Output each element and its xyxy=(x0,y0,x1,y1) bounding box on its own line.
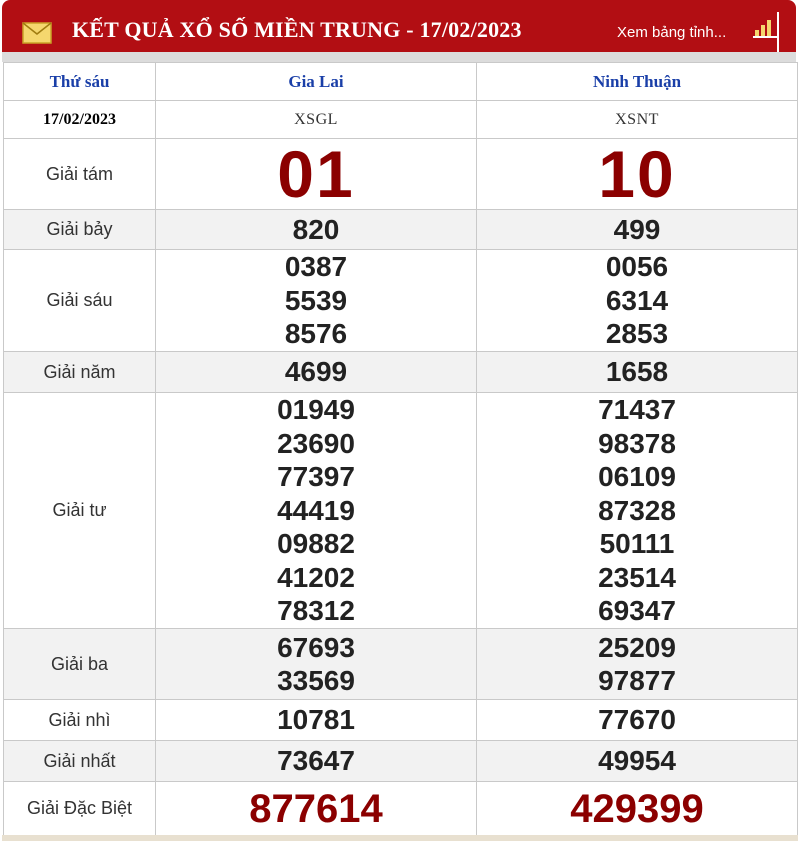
prize-row-g6: Giải sáu 0387 5539 8576 0056 6314 2853 xyxy=(3,249,798,352)
prize-label: Giải năm xyxy=(3,351,156,393)
prize-number: 25209 xyxy=(598,631,676,663)
lottery-widget: KẾT QUẢ XỔ SỐ MIỀN TRUNG - 17/02/2023 Xe… xyxy=(2,0,798,841)
prize-row-g5: Giải năm 4699 1658 xyxy=(3,351,798,393)
prize-numbers-gia-lai: 67693 33569 xyxy=(155,628,477,700)
prize-number: 23514 xyxy=(598,561,676,593)
mail-icon xyxy=(22,22,52,44)
prize-label: Giải tám xyxy=(3,138,156,210)
prize-row-g8: Giải tám 01 10 xyxy=(3,138,798,210)
prize-number: 49954 xyxy=(476,740,798,782)
prize-row-special: Giải Đặc Biệt 877614 429399 xyxy=(3,781,798,836)
prize-number: 97877 xyxy=(598,665,676,696)
prize-number: 1658 xyxy=(476,351,798,393)
prize-numbers-ninh-thuan: 71437 98378 06109 87328 50111 23514 6934… xyxy=(476,392,798,629)
prize-number: 09882 xyxy=(277,528,355,560)
prize-number: 4699 xyxy=(155,351,477,393)
special-prize-number: 877614 xyxy=(155,781,477,836)
view-provinces-link[interactable]: Xem bảng tỉnh... xyxy=(617,24,726,41)
prize-row-g7: Giải bảy 820 499 xyxy=(3,209,798,250)
prize-number: 01949 xyxy=(277,394,355,426)
prize-number: 06109 xyxy=(598,461,676,493)
header-bar: KẾT QUẢ XỔ SỐ MIỀN TRUNG - 17/02/2023 Xe… xyxy=(2,0,796,62)
header-underline xyxy=(2,52,796,62)
province-name-ninh-thuan[interactable]: Ninh Thuận xyxy=(476,62,798,101)
footer-strip xyxy=(2,835,798,841)
province-code-ninh-thuan[interactable]: XSNT xyxy=(476,100,798,139)
prize-label: Giải ba xyxy=(3,628,156,700)
prize-number: 44419 xyxy=(277,494,355,526)
prize-row-g1: Giải nhất 73647 49954 xyxy=(3,740,798,782)
prize-number: 499 xyxy=(476,209,798,250)
prize-numbers-ninh-thuan: 25209 97877 xyxy=(476,628,798,700)
province-code-gia-lai[interactable]: XSGL xyxy=(155,100,477,139)
prize-label: Giải sáu xyxy=(3,249,156,352)
prize-label: Giải nhất xyxy=(3,740,156,782)
prize-number: 23690 xyxy=(277,427,355,459)
prize-number: 0056 xyxy=(605,251,669,283)
prize-number: 69347 xyxy=(598,595,676,627)
prize-number: 2853 xyxy=(605,318,669,350)
prize-label: Giải tư xyxy=(3,392,156,629)
prize-number: 77670 xyxy=(476,699,798,741)
prize-number: 5539 xyxy=(284,284,348,316)
prize-number: 33569 xyxy=(277,665,355,696)
results-table: Thứ sáu Gia Lai Ninh Thuận 17/02/2023 XS… xyxy=(3,62,798,836)
page-title: KẾT QUẢ XỔ SỐ MIỀN TRUNG - 17/02/2023 xyxy=(72,17,522,42)
draw-date[interactable]: 17/02/2023 xyxy=(3,100,156,139)
prize-number: 8576 xyxy=(284,318,348,350)
prize-number: 73647 xyxy=(155,740,477,782)
day-label: Thứ sáu xyxy=(3,62,156,101)
date-row: 17/02/2023 XSGL XSNT xyxy=(3,100,798,139)
prize-number: 41202 xyxy=(277,561,355,593)
prize-numbers-gia-lai: 0387 5539 8576 xyxy=(155,249,477,352)
prize-number: 0387 xyxy=(284,251,348,283)
prize-number: 98378 xyxy=(598,427,676,459)
bar-chart-icon[interactable] xyxy=(753,16,779,38)
prize-numbers-gia-lai: 01949 23690 77397 44419 09882 41202 7831… xyxy=(155,392,477,629)
prize-label: Giải bảy xyxy=(3,209,156,250)
prize-row-g2: Giải nhì 10781 77670 xyxy=(3,699,798,741)
prize-numbers-ninh-thuan: 0056 6314 2853 xyxy=(476,249,798,352)
prize-number: 01 xyxy=(155,138,477,210)
special-prize-number: 429399 xyxy=(476,781,798,836)
prize-number: 10 xyxy=(476,138,798,210)
province-name-gia-lai[interactable]: Gia Lai xyxy=(155,62,477,101)
prize-number: 87328 xyxy=(598,494,676,526)
prize-label: Giải Đặc Biệt xyxy=(3,781,156,836)
prize-number: 77397 xyxy=(277,461,355,493)
prize-number: 67693 xyxy=(277,631,355,663)
prize-row-g3: Giải ba 67693 33569 25209 97877 xyxy=(3,628,798,700)
prize-number: 820 xyxy=(155,209,477,250)
prize-label: Giải nhì xyxy=(3,699,156,741)
prize-number: 78312 xyxy=(277,595,355,627)
prize-number: 10781 xyxy=(155,699,477,741)
prize-row-g4: Giải tư 01949 23690 77397 44419 09882 41… xyxy=(3,392,798,629)
province-header-row: Thứ sáu Gia Lai Ninh Thuận xyxy=(3,62,798,101)
prize-number: 6314 xyxy=(605,284,669,316)
prize-number: 50111 xyxy=(599,528,675,560)
prize-number: 71437 xyxy=(598,394,676,426)
